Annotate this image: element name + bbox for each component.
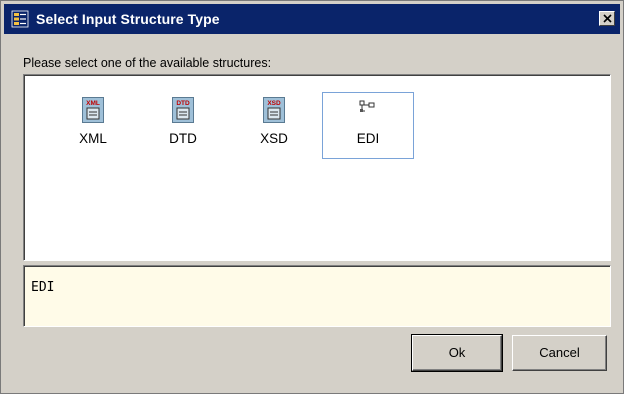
- edi-tree-icon: [359, 100, 375, 112]
- structure-label-dtd: DTD: [169, 131, 197, 146]
- dialog-title: Select Input Structure Type: [36, 11, 220, 27]
- prompt-label: Please select one of the available struc…: [23, 56, 272, 70]
- description-text: EDI: [31, 280, 55, 295]
- structure-item-dtd[interactable]: DTD DTD: [142, 89, 224, 155]
- ok-button[interactable]: Ok: [411, 334, 503, 372]
- dtd-icon-text: DTD: [176, 100, 190, 107]
- description-area: EDI: [23, 265, 611, 327]
- structures-list: XML XML DTD DTD XSD XSD EDI: [23, 74, 611, 261]
- xsd-icon-text: XSD: [267, 100, 281, 107]
- structure-label-xml: XML: [79, 131, 107, 146]
- xml-document-icon: XML: [82, 97, 104, 123]
- structure-item-edi[interactable]: EDI: [322, 92, 414, 159]
- structure-label-xsd: XSD: [260, 131, 288, 146]
- close-icon: [603, 14, 612, 23]
- dialog-structure-icon: [11, 10, 29, 28]
- xsd-document-icon: XSD: [263, 97, 285, 123]
- dtd-document-icon: DTD: [172, 97, 194, 123]
- xml-icon-text: XML: [86, 100, 100, 107]
- structure-item-xsd[interactable]: XSD XSD: [233, 89, 315, 155]
- structure-label-edi: EDI: [356, 131, 380, 146]
- title-bar[interactable]: Select Input Structure Type: [4, 4, 620, 34]
- cancel-button[interactable]: Cancel: [512, 335, 607, 371]
- select-structure-dialog: Select Input Structure Type Please selec…: [0, 0, 624, 394]
- structure-item-xml[interactable]: XML XML: [52, 89, 134, 155]
- close-button[interactable]: [599, 11, 615, 26]
